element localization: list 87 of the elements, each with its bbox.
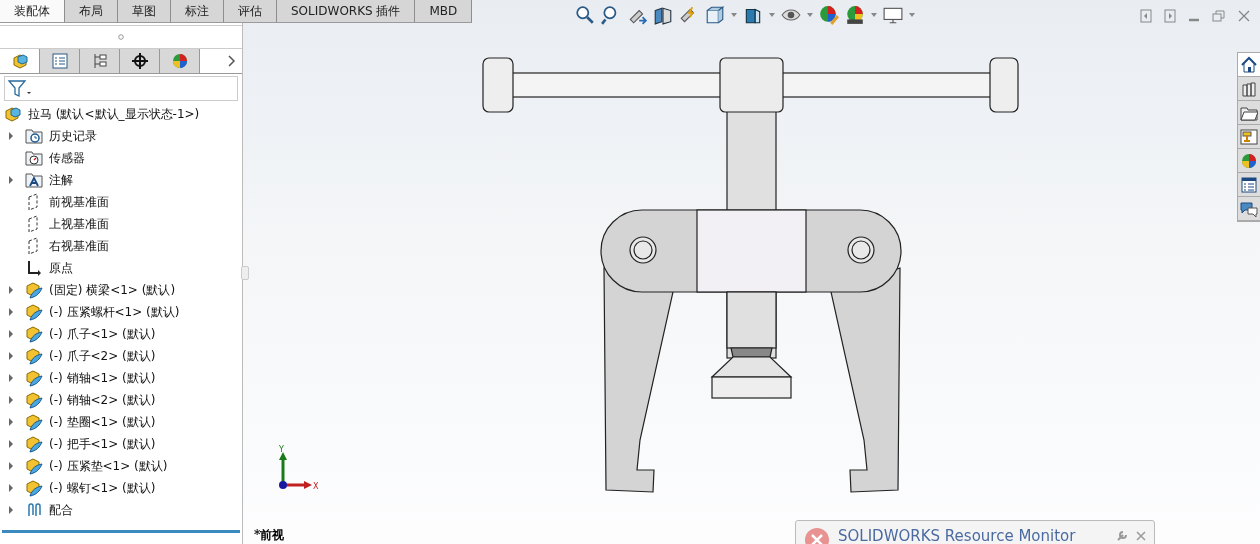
tree-item[interactable]: (固定) 横梁<1> (默认) [49, 281, 176, 299]
tree-item[interactable]: (-) 销轴<2> (默认) [49, 391, 156, 409]
expand-arrow-icon[interactable] [8, 506, 14, 514]
axis-triad [279, 452, 312, 489]
grip-icon[interactable] [118, 34, 124, 40]
tree-item[interactable]: (-) 爪子<1> (默认) [49, 325, 156, 343]
section-view-icon[interactable] [653, 5, 673, 25]
panel-right-icon[interactable] [1164, 9, 1176, 23]
list-icon [50, 52, 69, 70]
layout-icon [1240, 127, 1258, 146]
part-icon [25, 347, 43, 365]
caret-icon[interactable] [871, 13, 877, 17]
cube-icon[interactable] [705, 5, 725, 25]
close-icon[interactable] [1238, 9, 1250, 23]
tree-item[interactable]: 右视基准面 [49, 237, 109, 255]
tree-item[interactable]: 上视基准面 [49, 215, 109, 233]
magnifier-icon[interactable] [575, 5, 595, 25]
view-name: *前视 [254, 527, 285, 544]
task-pane-tab[interactable] [1238, 53, 1260, 77]
tree-item[interactable]: 前视基准面 [49, 193, 109, 211]
tree-item[interactable]: (-) 压紧螺杆<1> (默认) [49, 303, 180, 321]
part-icon [25, 435, 43, 453]
expand-arrow-icon[interactable] [8, 330, 14, 338]
part-icon [25, 325, 43, 343]
filter-field[interactable] [4, 76, 238, 101]
close-icon[interactable] [1136, 531, 1146, 541]
caret-icon[interactable] [731, 13, 737, 17]
color-ball-icon [170, 52, 189, 70]
expand-arrow-icon[interactable] [8, 374, 14, 382]
caret-icon[interactable] [769, 13, 775, 17]
expand-arrow-icon[interactable] [8, 308, 14, 316]
color-ball-icon[interactable] [845, 5, 865, 25]
wrench-icon[interactable] [1116, 530, 1128, 542]
caret-icon[interactable] [909, 13, 915, 17]
tree-item[interactable]: 原点 [49, 259, 73, 277]
part-icon [25, 391, 43, 409]
tree-item[interactable]: (-) 螺钉<1> (默认) [49, 479, 156, 497]
panel-left-icon[interactable] [1140, 9, 1152, 23]
chat-icon [1240, 199, 1258, 218]
list-icon [1240, 175, 1258, 194]
panel-tab[interactable] [120, 49, 160, 73]
expand-arrow-icon[interactable] [8, 440, 14, 448]
expand-arrow-icon[interactable] [8, 286, 14, 294]
axis-label: X [313, 482, 319, 491]
command-tab[interactable]: 装配体 [0, 0, 65, 22]
crosshair-icon [130, 52, 149, 70]
part-icon [25, 303, 43, 321]
folder-gauge-icon [25, 149, 43, 167]
part-icon [25, 369, 43, 387]
expand-arrow-icon[interactable] [8, 418, 14, 426]
home-icon [1240, 55, 1258, 74]
tree-item[interactable]: (-) 压紧垫<1> (默认) [49, 457, 168, 475]
part-icon [25, 281, 43, 299]
part-icon [25, 457, 43, 475]
part-icon [25, 479, 43, 497]
chevron-right-icon[interactable] [228, 55, 236, 67]
tree-item[interactable]: 配合 [49, 501, 73, 519]
color-ball-icon[interactable] [819, 5, 839, 25]
tree-item[interactable]: (-) 垫圈<1> (默认) [49, 413, 156, 431]
splitter-handle[interactable] [241, 266, 249, 280]
filter-icon [8, 79, 32, 98]
expand-arrow-icon[interactable] [8, 396, 14, 404]
part-icon [25, 413, 43, 431]
books-icon [1240, 79, 1258, 98]
expand-arrow-icon[interactable] [8, 132, 14, 140]
tree-item[interactable]: (-) 把手<1> (默认) [49, 435, 156, 453]
expand-arrow-icon[interactable] [8, 484, 14, 492]
folder-clock-icon [25, 127, 43, 145]
notification-title: SOLIDWORKS Resource Monitor [838, 527, 1076, 544]
paperclip-icon [25, 501, 43, 519]
folder-letter-icon [25, 171, 43, 189]
assembly-icon [4, 105, 22, 123]
cube-icon [10, 52, 29, 70]
expand-arrow-icon[interactable] [8, 176, 14, 184]
axis-label: Y [279, 445, 284, 454]
tree-item[interactable]: 注解 [49, 171, 73, 189]
origin-icon [25, 259, 43, 277]
expand-arrow-icon[interactable] [8, 352, 14, 360]
expand-arrow-icon[interactable] [8, 462, 14, 470]
tree-item[interactable]: 传感器 [49, 149, 85, 167]
color-ball-icon [1240, 151, 1258, 170]
caret-icon[interactable] [807, 13, 813, 17]
tree-item[interactable]: (-) 爪子<2> (默认) [49, 347, 156, 365]
tree-item[interactable]: (-) 销轴<1> (默认) [49, 369, 156, 387]
tree-item[interactable]: 拉马 (默认<默认_显示状态-1>) [28, 105, 200, 123]
monitor-icon[interactable] [883, 5, 903, 25]
tree-item[interactable]: 历史记录 [49, 127, 97, 145]
